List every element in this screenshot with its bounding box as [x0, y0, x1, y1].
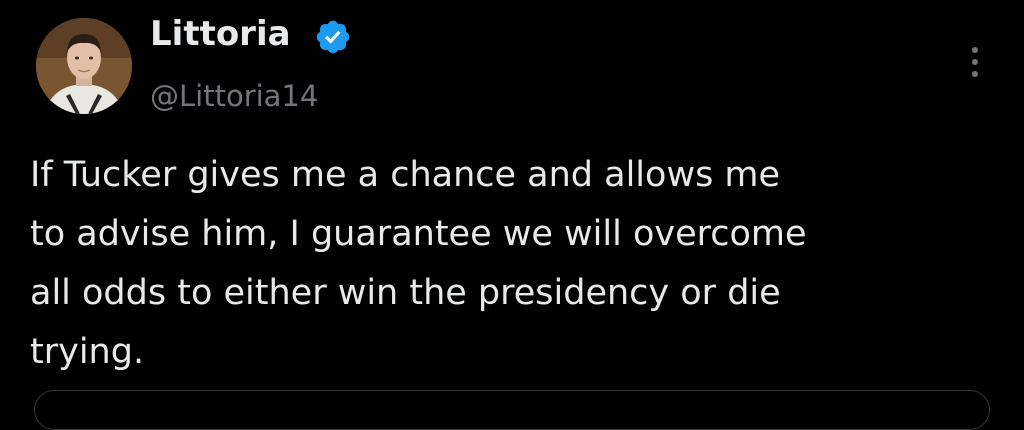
quoted-card[interactable] [34, 390, 990, 430]
avatar[interactable] [36, 18, 132, 114]
more-vertical-icon [972, 47, 978, 53]
more-vertical-icon [972, 71, 978, 77]
tweet-text-line: If Tucker gives me a chance and allows m… [30, 155, 781, 195]
verified-badge-icon [316, 20, 350, 54]
tweet-text-line: trying. [30, 332, 145, 372]
more-options-button[interactable] [958, 40, 992, 84]
user-handle[interactable]: @Littoria14 [150, 76, 318, 116]
tweet-text-line: all odds to either win the presidency or… [30, 273, 781, 313]
tweet-text: If Tucker gives me a chance and allows m… [30, 146, 1010, 382]
more-vertical-icon [972, 59, 978, 65]
tweet: Littoria @Littoria14 If Tucker gives me … [0, 0, 1024, 430]
tweet-text-line: to advise him, I guarantee we will overc… [30, 214, 807, 254]
display-name[interactable]: Littoria [150, 12, 291, 56]
avatar-photo [36, 18, 132, 114]
